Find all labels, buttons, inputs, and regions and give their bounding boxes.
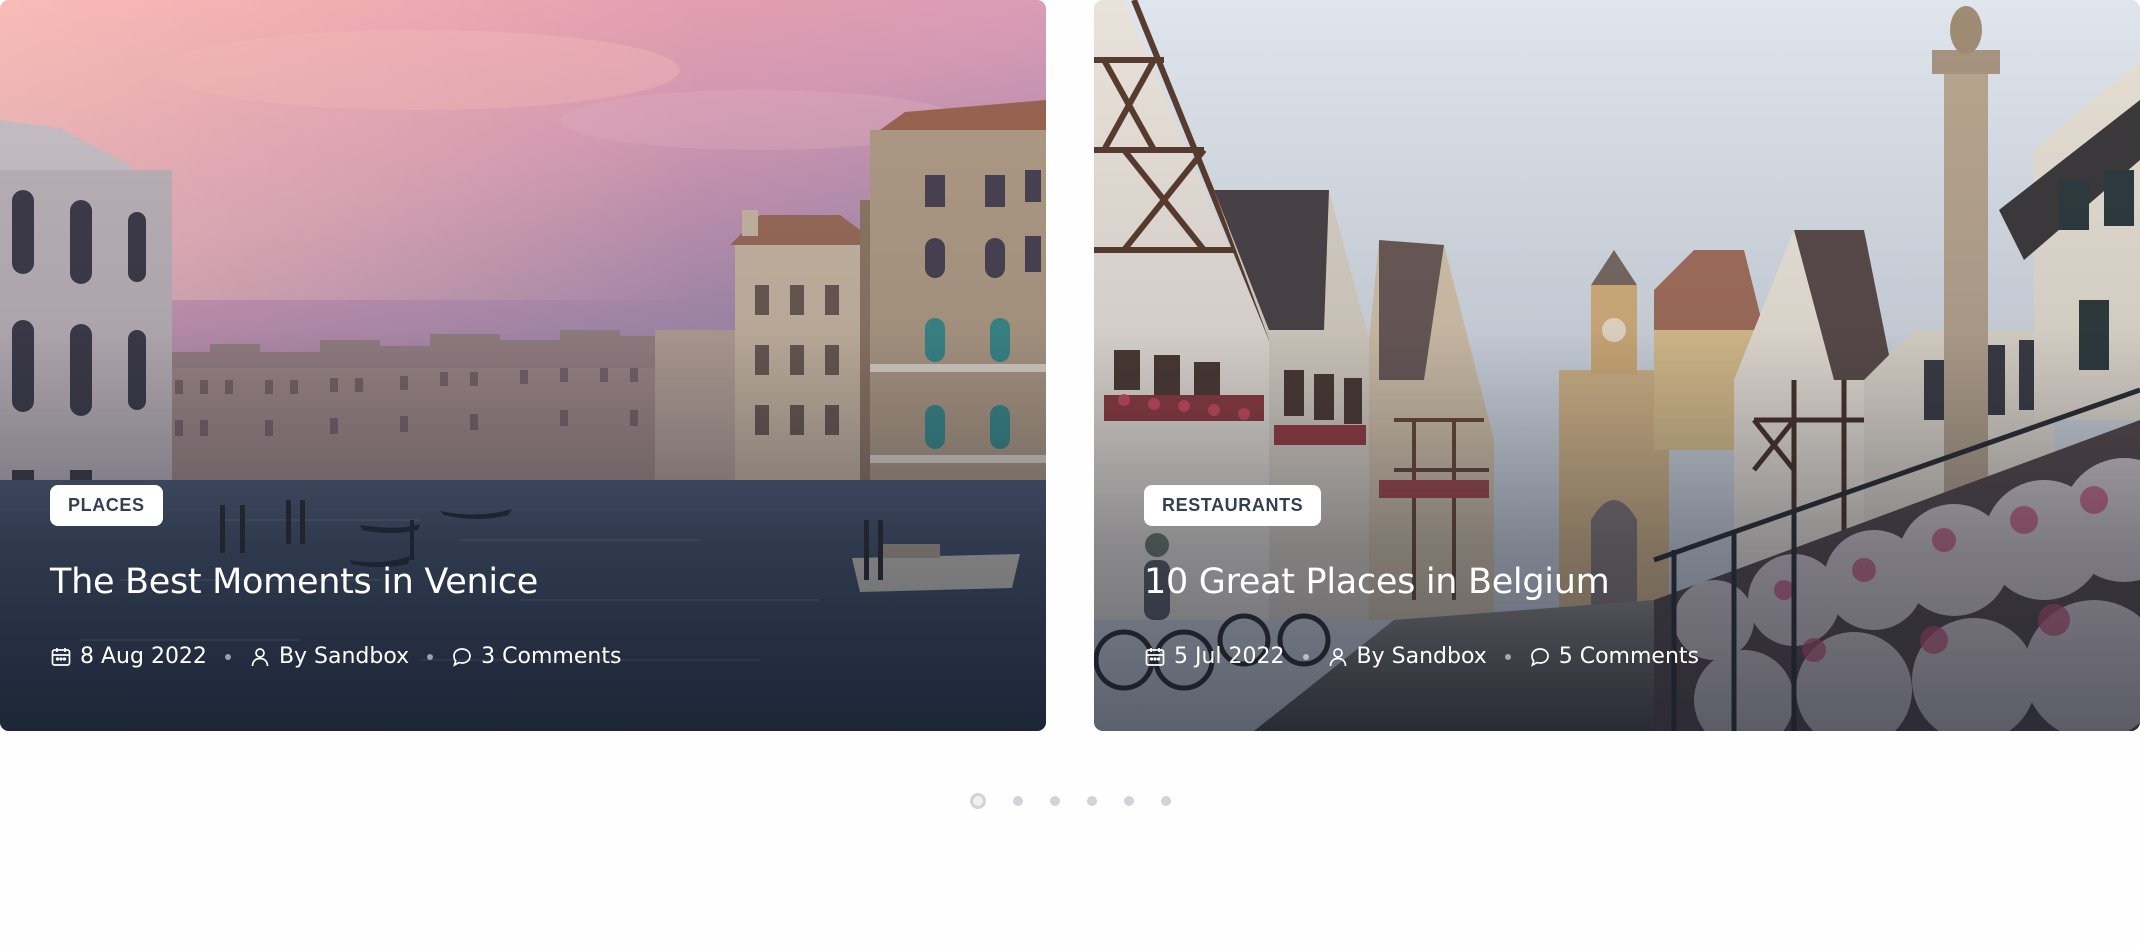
meta-separator: [1504, 653, 1511, 660]
carousel-dot-2[interactable]: [1013, 796, 1023, 806]
carousel-dot-4[interactable]: [1087, 796, 1097, 806]
post-comments-text[interactable]: 3 Comments: [481, 644, 621, 669]
image-overlay: [0, 0, 1046, 731]
post-comments-text[interactable]: 5 Comments: [1559, 644, 1699, 669]
post-author-text[interactable]: By Sandbox: [279, 644, 409, 669]
post-date: 5 Jul 2022: [1144, 644, 1285, 669]
category-badge[interactable]: RESTAURANTS: [1144, 485, 1322, 526]
post-author-text[interactable]: By Sandbox: [1357, 644, 1487, 669]
post-author[interactable]: By Sandbox: [249, 644, 409, 669]
post-meta: 5 Jul 2022 By Sandbox 5 Comments: [1144, 644, 1699, 669]
post-card-belgium[interactable]: RESTAURANTS 10 Great Places in Belgium 5…: [1094, 0, 2140, 731]
post-comments[interactable]: 5 Comments: [1529, 644, 1699, 669]
post-author[interactable]: By Sandbox: [1327, 644, 1487, 669]
carousel-dot-6[interactable]: [1161, 796, 1171, 806]
category-badge[interactable]: PLACES: [50, 485, 163, 526]
post-title[interactable]: The Best Moments in Venice: [50, 562, 538, 602]
calendar-icon: [50, 646, 72, 668]
user-icon: [1327, 646, 1349, 668]
post-date-text: 8 Aug 2022: [80, 644, 207, 669]
meta-separator: [427, 653, 434, 660]
carousel-dot-1[interactable]: [970, 793, 986, 809]
post-date-text: 5 Jul 2022: [1174, 644, 1285, 669]
calendar-icon: [1144, 646, 1166, 668]
post-comments[interactable]: 3 Comments: [451, 644, 621, 669]
post-card-venice[interactable]: PLACES The Best Moments in Venice 8 Aug …: [0, 0, 1046, 731]
meta-separator: [224, 653, 231, 660]
user-icon: [249, 646, 271, 668]
post-title[interactable]: 10 Great Places in Belgium: [1144, 562, 1610, 602]
meta-separator: [1302, 653, 1309, 660]
carousel-dot-5[interactable]: [1124, 796, 1134, 806]
comment-bubble-icon: [451, 646, 473, 668]
post-meta: 8 Aug 2022 By Sandbox 3 Comments: [50, 644, 621, 669]
carousel-pagination: [970, 793, 1171, 809]
carousel-dot-3[interactable]: [1050, 796, 1060, 806]
post-date: 8 Aug 2022: [50, 644, 207, 669]
comment-bubble-icon: [1529, 646, 1551, 668]
image-overlay: [1094, 0, 2140, 731]
